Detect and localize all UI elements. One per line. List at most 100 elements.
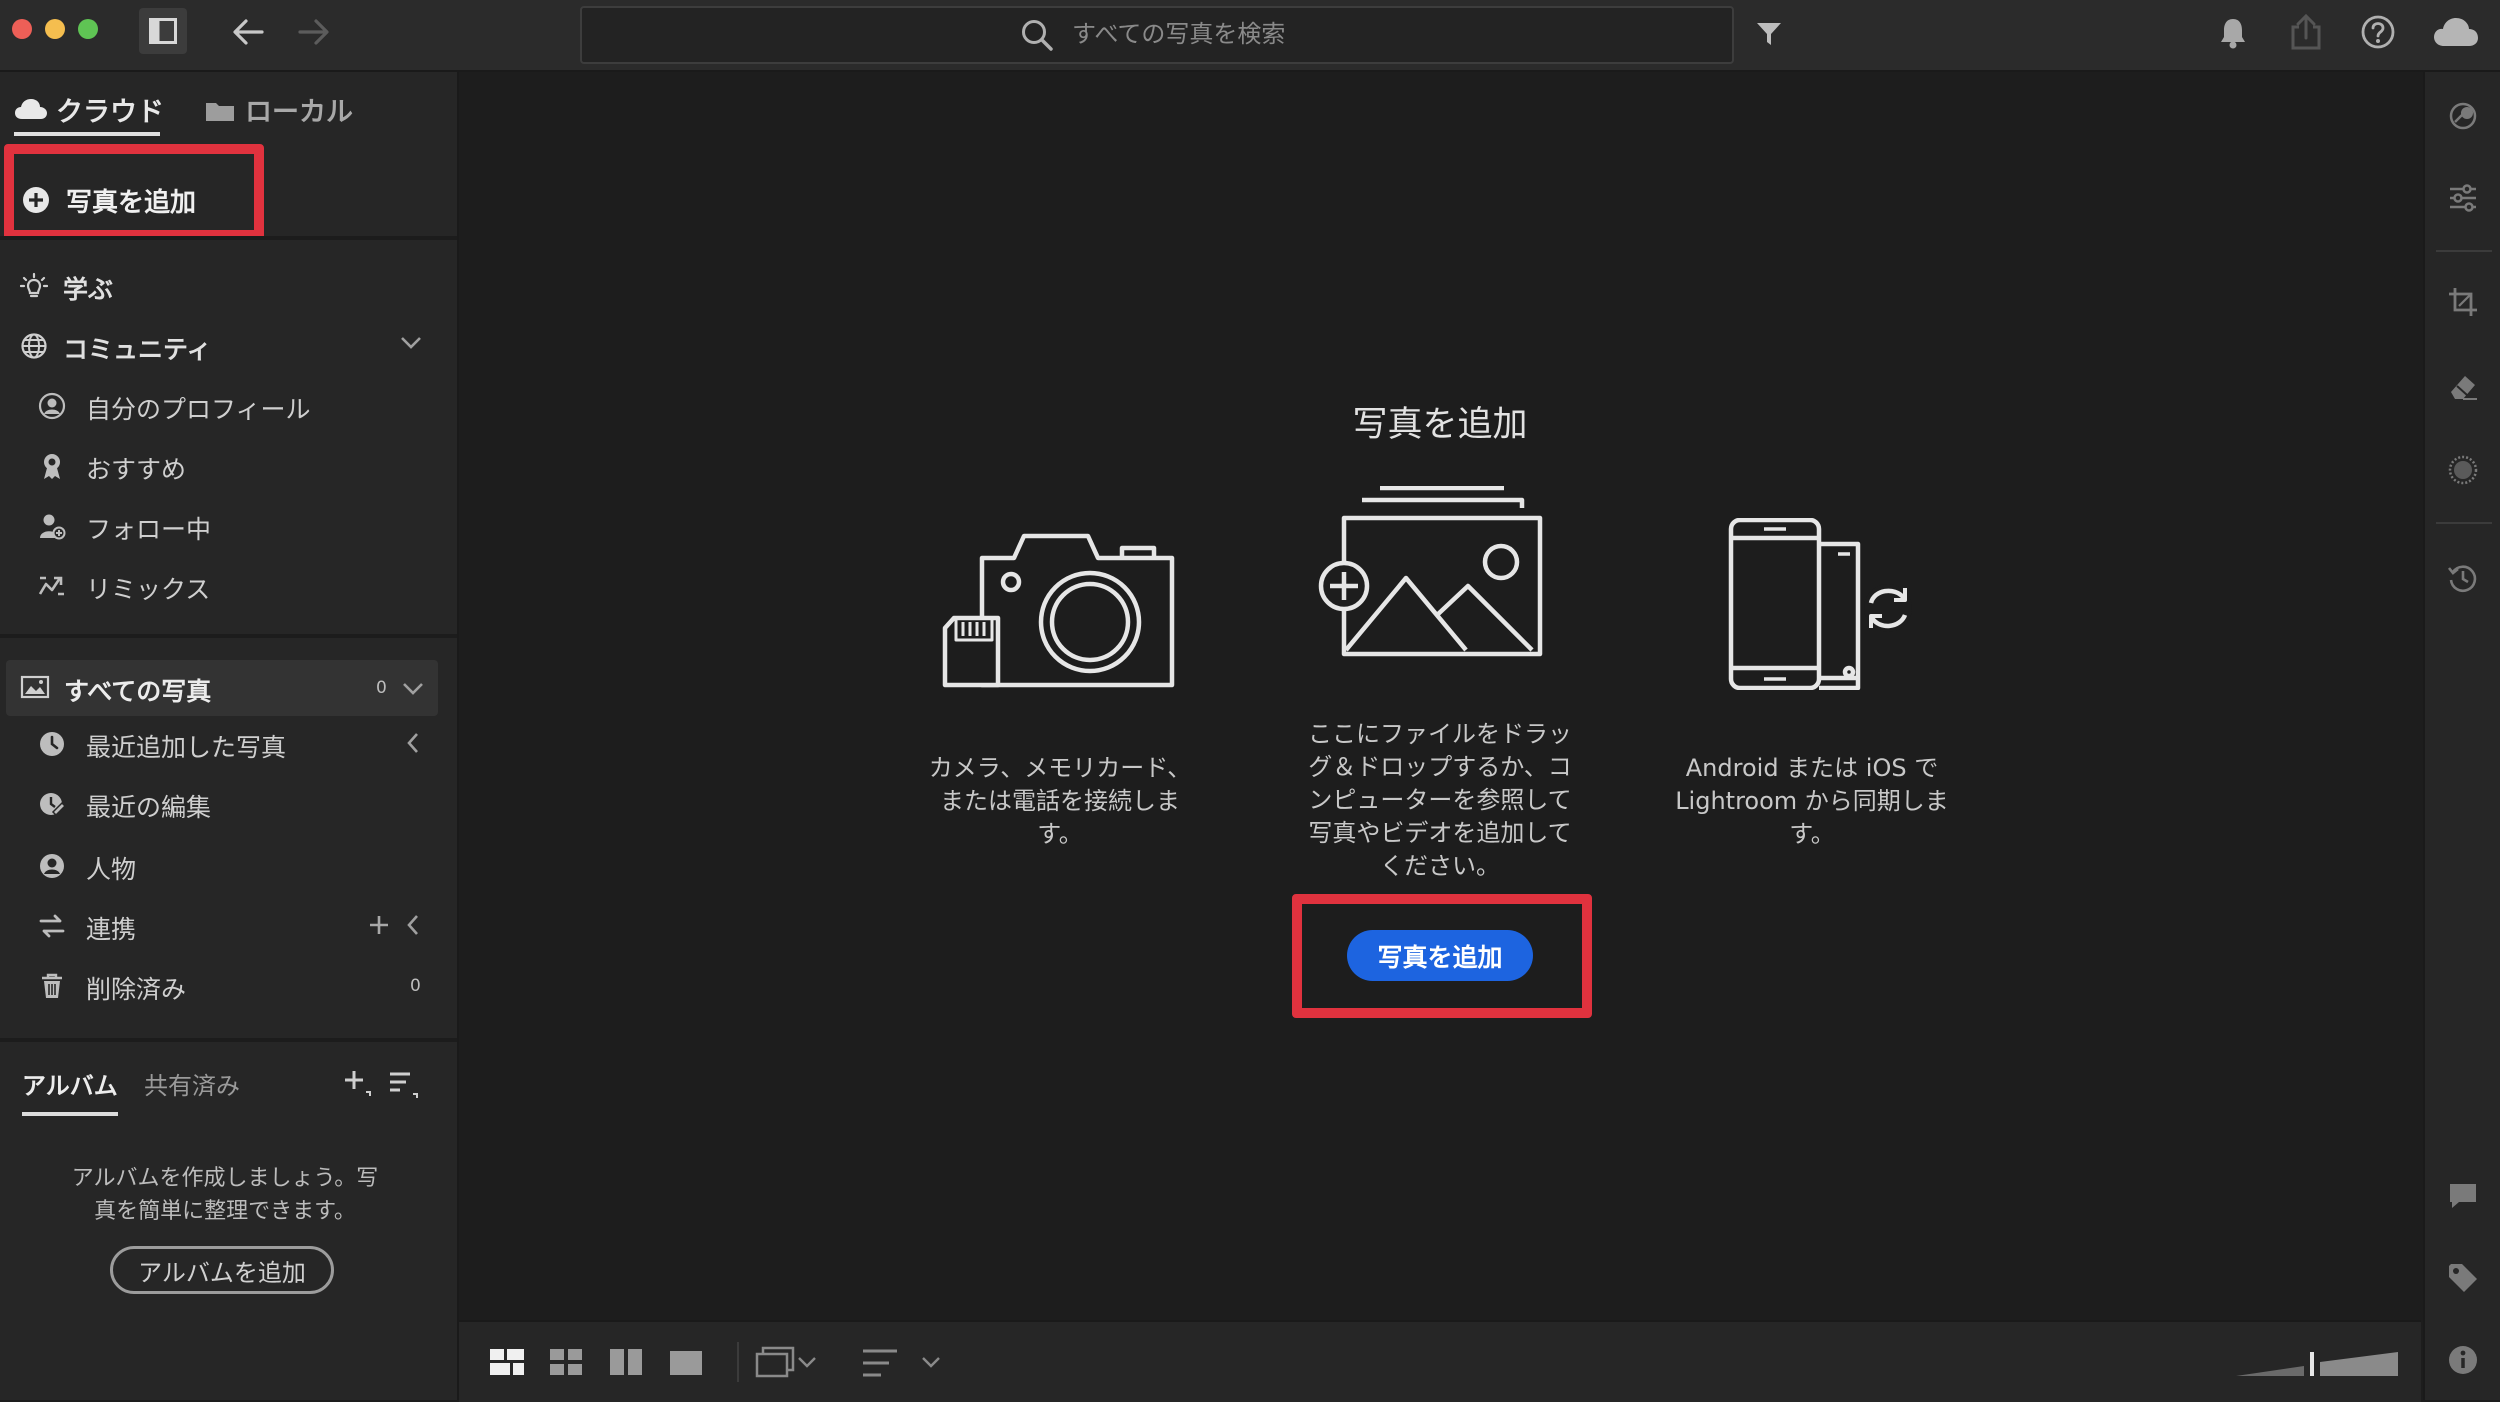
chevron-down-icon[interactable] <box>402 682 424 696</box>
globe-icon <box>21 333 47 359</box>
sidebar-item-community[interactable]: コミュニティ <box>0 318 440 374</box>
back-arrow-icon[interactable] <box>232 18 264 46</box>
chevron-down-icon[interactable] <box>400 336 422 350</box>
chevron-down-icon[interactable] <box>797 1356 817 1368</box>
cloud-status-icon[interactable] <box>2433 17 2479 47</box>
divider <box>2436 250 2492 252</box>
add-image-icon <box>1318 486 1543 657</box>
phone-sync-icon <box>1728 518 1912 690</box>
all-photos-label: すべての写真 <box>64 677 212 706</box>
sidebar-item-integrations[interactable]: 連携 <box>0 898 440 954</box>
connect-device-text: カメラ、メモリカード、 または電話を接続しま す。 <box>928 754 1192 848</box>
sidebar-item-people[interactable]: 人物 <box>0 838 440 894</box>
compare-view-icon[interactable] <box>609 1348 643 1376</box>
tab-cloud-label: クラウド <box>56 97 164 128</box>
window-maximize-button[interactable] <box>78 19 98 39</box>
sort-icon[interactable] <box>388 1070 420 1100</box>
divider <box>2436 522 2492 524</box>
sync-mobile-text: Android または iOS で Lightroom から同期しま す。 <box>1675 754 1949 848</box>
clock-icon <box>40 732 64 756</box>
sidebar-item-profile-label: 自分のプロフィール <box>86 395 311 424</box>
search-input[interactable] <box>1072 16 1672 52</box>
slideshow-icon[interactable] <box>755 1346 795 1378</box>
toggle-sidebar-button[interactable] <box>139 8 187 54</box>
sidebar-item-deleted[interactable]: 削除済み 0 <box>0 958 440 1014</box>
tag-icon[interactable] <box>2447 1262 2479 1294</box>
comment-icon[interactable] <box>2447 1180 2479 1212</box>
notification-bell-icon[interactable] <box>2218 16 2248 50</box>
divider <box>0 1038 457 1042</box>
sidebar-item-people-label: 人物 <box>86 855 137 884</box>
active-tab-indicator <box>14 132 160 136</box>
presets-icon[interactable] <box>2447 100 2479 132</box>
sidebar-item-remix-label: リミックス <box>86 575 211 604</box>
divider <box>0 634 457 638</box>
sidebar-item-learn[interactable]: 学ぶ <box>0 258 440 314</box>
sidebar-item-integrations-label: 連携 <box>86 915 137 944</box>
award-ribbon-icon <box>44 454 60 479</box>
chevron-down-icon[interactable] <box>921 1356 941 1368</box>
sidebar-item-recent-edits-label: 最近の編集 <box>86 793 212 822</box>
add-album-button[interactable]: アルバムを追加 <box>110 1246 334 1294</box>
connections-icon <box>39 914 65 938</box>
bottom-toolbar <box>459 1320 2421 1402</box>
search-bar[interactable] <box>580 6 1734 64</box>
trash-icon <box>42 973 62 998</box>
crop-icon[interactable] <box>2447 286 2479 318</box>
camera-icon <box>942 533 1175 688</box>
grid-square-view-icon[interactable] <box>489 1348 525 1376</box>
folder-icon <box>206 103 234 121</box>
albums-empty-text: アルバムを作成しましょう。写 真を簡単に整理できます。 <box>71 1166 379 1224</box>
sidebar-item-featured[interactable]: おすすめ <box>0 438 440 494</box>
all-photos-count: 0 <box>376 678 387 698</box>
tab-albums[interactable]: アルバム <box>22 1066 118 1101</box>
sidebar-item-community-label: コミュニティ <box>63 335 212 364</box>
sort-lines-icon[interactable] <box>861 1348 899 1378</box>
chevron-left-icon[interactable] <box>406 732 420 754</box>
masking-icon[interactable] <box>2447 454 2479 486</box>
sidebar-item-remix[interactable]: リミックス <box>0 558 440 614</box>
add-album-icon[interactable] <box>342 1068 372 1098</box>
detail-view-icon[interactable] <box>669 1350 703 1376</box>
photo-library-icon <box>20 675 50 699</box>
divider <box>0 236 457 240</box>
sidebar-item-following-label: フォロー中 <box>86 515 212 544</box>
edit-sliders-icon[interactable] <box>2447 182 2479 214</box>
sidebar-item-deleted-label: 削除済み <box>86 975 187 1004</box>
sidebar-toggle-icon <box>149 18 177 44</box>
active-tab-indicator <box>22 1112 118 1116</box>
highlight-box-main <box>1292 894 1592 1018</box>
window-close-button[interactable] <box>12 19 32 39</box>
filter-icon[interactable] <box>1755 20 1783 48</box>
sidebar-item-featured-label: おすすめ <box>86 455 187 484</box>
user-profile-icon <box>38 392 66 420</box>
highlight-box-sidebar <box>4 144 264 240</box>
tab-local-label: ローカル <box>245 97 353 128</box>
plus-icon[interactable] <box>368 914 390 936</box>
sidebar-item-following[interactable]: フォロー中 <box>0 498 440 554</box>
sidebar-item-learn-label: 学ぶ <box>63 275 114 304</box>
thumbnail-size-slider[interactable] <box>2234 1348 2402 1378</box>
sidebar-item-recently-added-label: 最近追加した写真 <box>86 733 287 762</box>
help-icon[interactable] <box>2360 14 2396 50</box>
divider <box>737 1342 739 1382</box>
share-icon[interactable] <box>2289 14 2323 50</box>
sidebar-item-all-photos[interactable]: すべての写真 0 <box>6 660 438 716</box>
healing-eraser-icon[interactable] <box>2447 370 2479 402</box>
history-icon[interactable] <box>2447 562 2479 594</box>
grid-view-icon[interactable] <box>549 1348 583 1376</box>
sidebar-item-recently-added[interactable]: 最近追加した写真 <box>0 716 440 772</box>
forward-arrow-icon[interactable] <box>298 18 330 46</box>
window-minimize-button[interactable] <box>45 19 65 39</box>
user-follow-icon <box>40 514 66 540</box>
tab-shared[interactable]: 共有済み <box>144 1066 240 1101</box>
title-bar <box>0 0 2500 72</box>
person-icon <box>40 854 64 878</box>
sidebar-item-profile[interactable]: 自分のプロフィール <box>0 378 440 434</box>
info-icon[interactable] <box>2447 1344 2479 1376</box>
remix-icon <box>38 576 64 596</box>
sidebar-item-recent-edits[interactable]: 最近の編集 <box>0 776 440 832</box>
recent-edit-icon <box>40 793 66 817</box>
chevron-left-icon[interactable] <box>406 914 420 936</box>
deleted-count: 0 <box>410 976 421 996</box>
